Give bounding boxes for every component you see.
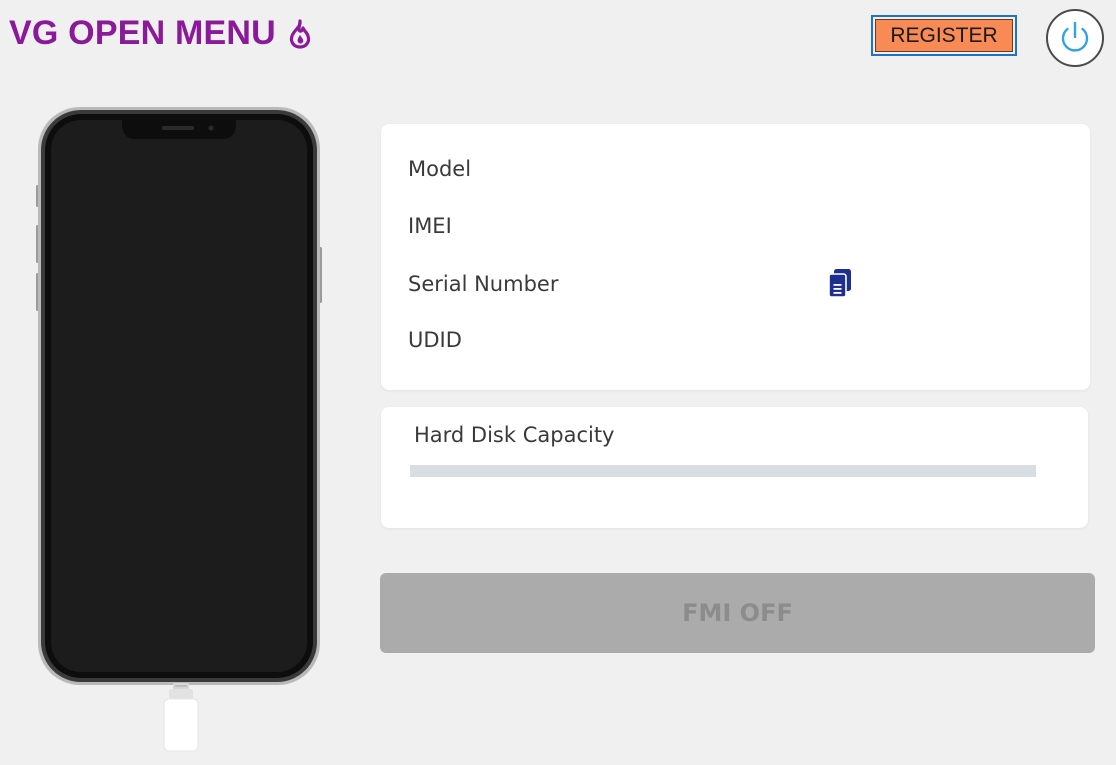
disk-capacity-label: Hard Disk Capacity bbox=[414, 423, 615, 447]
app-title-text: VG OPEN MENU bbox=[9, 14, 276, 52]
disk-capacity-card: Hard Disk Capacity bbox=[381, 407, 1088, 528]
register-button[interactable]: REGISTER bbox=[871, 15, 1017, 56]
model-label: Model bbox=[408, 157, 472, 181]
phone-illustration bbox=[36, 107, 322, 685]
imei-label: IMEI bbox=[408, 214, 452, 238]
phone-screen bbox=[51, 120, 307, 672]
power-icon bbox=[1061, 21, 1089, 52]
udid-label: UDID bbox=[408, 328, 462, 352]
device-info-card: Model IMEI Serial Number UDID bbox=[381, 124, 1090, 390]
register-button-label: REGISTER bbox=[875, 19, 1013, 52]
disk-capacity-bar bbox=[410, 465, 1036, 477]
lightning-cable bbox=[163, 683, 199, 752]
power-button[interactable] bbox=[1046, 9, 1104, 67]
serial-number-label: Serial Number bbox=[408, 272, 559, 296]
fmi-off-button[interactable]: FMI OFF bbox=[380, 573, 1095, 653]
flame-icon bbox=[289, 18, 310, 49]
app-title: VG OPEN MENU bbox=[9, 14, 314, 53]
copy-icon[interactable] bbox=[826, 267, 854, 299]
